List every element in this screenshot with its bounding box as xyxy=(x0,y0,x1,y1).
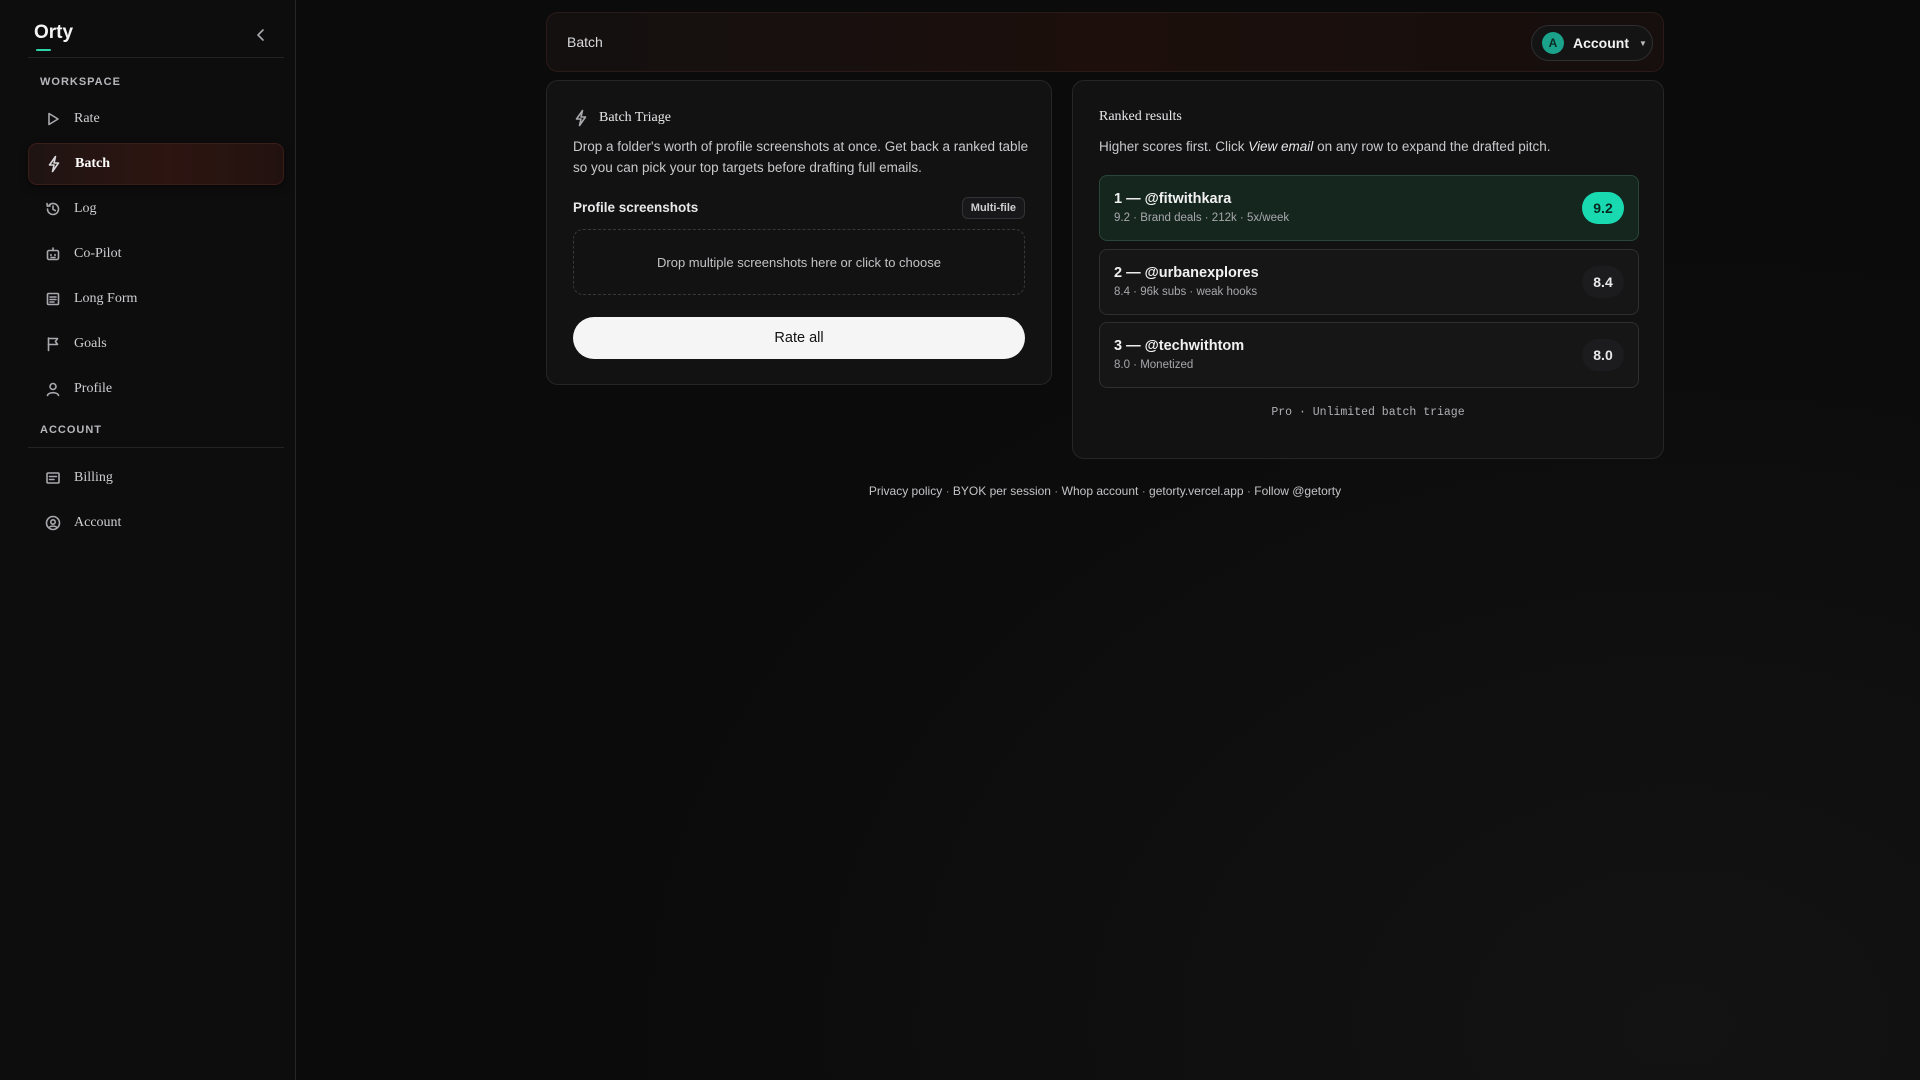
sidebar-item-profile[interactable]: Profile xyxy=(28,368,284,410)
card-title: Batch Triage xyxy=(599,110,671,125)
footer-link-whop[interactable]: Whop account xyxy=(1062,484,1139,498)
collapse-sidebar-button[interactable] xyxy=(250,24,272,46)
sidebar-item-label: Rate xyxy=(74,111,100,126)
score-badge: 9.2 xyxy=(1582,192,1624,224)
footer-link-privacy[interactable]: Privacy policy xyxy=(869,484,942,498)
flag-icon xyxy=(44,335,62,353)
footer-separator: · xyxy=(1054,484,1059,498)
billing-icon xyxy=(44,469,62,487)
score-badge: 8.0 xyxy=(1582,339,1624,371)
screenshot-dropzone[interactable]: Drop multiple screenshots here or click … xyxy=(573,229,1025,295)
card-header: Batch Triage xyxy=(573,109,671,127)
card-title: Ranked results xyxy=(1099,109,1182,124)
result-meta: 8.4 · 96k subs · weak hooks xyxy=(1114,286,1258,298)
account-menu-label: Account xyxy=(1573,35,1629,51)
view-email-emphasis: View email xyxy=(1248,139,1314,154)
sidebar-item-co-pilot[interactable]: Co-Pilot xyxy=(28,233,284,275)
footer-separator: · xyxy=(945,484,950,498)
chevron-left-icon xyxy=(257,29,264,41)
sidebar-item-billing[interactable]: Billing xyxy=(28,457,284,499)
sidebar-item-goals[interactable]: Goals xyxy=(28,323,284,365)
sidebar-item-label: Goals xyxy=(74,336,107,351)
result-handle: 3 — @techwithtom xyxy=(1114,338,1245,354)
app-root: Orty WORKSPACE Rate Batch Log Co-Pilot L… xyxy=(0,0,1920,1080)
sidebar: Orty WORKSPACE Rate Batch Log Co-Pilot L… xyxy=(0,0,296,1080)
footer-link-follow[interactable]: Follow @getorty xyxy=(1254,484,1341,498)
document-icon xyxy=(44,290,62,308)
sidebar-item-rate[interactable]: Rate xyxy=(28,98,284,140)
sidebar-item-label: Co-Pilot xyxy=(74,246,122,261)
play-icon xyxy=(44,110,62,128)
result-meta: 8.0 · Monetized xyxy=(1114,359,1194,371)
rate-all-button[interactable]: Rate all xyxy=(573,317,1025,359)
card-description: Drop a folder's worth of profile screens… xyxy=(573,139,1029,175)
plan-note: Pro · Unlimited batch triage xyxy=(1271,406,1465,419)
result-handle: 2 — @urbanexplores xyxy=(1114,265,1259,281)
field-label: Profile screenshots xyxy=(573,200,699,215)
footer: Privacy policy · BYOK per session · Whop… xyxy=(546,484,1664,498)
card-description: Higher scores first. Click View email on… xyxy=(1099,136,1659,157)
sidebar-item-label: Billing xyxy=(74,470,113,485)
description-text: on any row to expand the drafted pitch. xyxy=(1313,139,1551,154)
dropzone-text: Drop multiple screenshots here or click … xyxy=(657,254,941,270)
multi-file-badge: Multi-file xyxy=(961,197,1025,219)
avatar: A xyxy=(1542,32,1564,54)
sidebar-item-log[interactable]: Log xyxy=(28,188,284,230)
brand-underline xyxy=(36,49,51,51)
sidebar-item-label: Log xyxy=(74,201,97,216)
footer-separator: · xyxy=(1246,484,1251,498)
ranked-results-card: Ranked results Higher scores first. Clic… xyxy=(1072,80,1664,459)
sidebar-item-account[interactable]: Account xyxy=(28,502,284,544)
result-meta: 9.2 · Brand deals · 212k · 5x/week xyxy=(1114,212,1290,224)
lightning-icon xyxy=(45,155,63,173)
description-text: Higher scores first. Click xyxy=(1099,139,1249,154)
card-header: Ranked results xyxy=(1099,109,1182,125)
sidebar-item-batch[interactable]: Batch xyxy=(28,143,284,185)
user-icon xyxy=(44,380,62,398)
result-handle: 1 — @fitwithkara xyxy=(1114,191,1232,207)
lightning-icon xyxy=(575,109,587,127)
workspace-section-label: WORKSPACE xyxy=(40,76,121,88)
sidebar-item-label: Profile xyxy=(74,381,113,396)
robot-icon xyxy=(44,245,62,263)
account-menu-button[interactable]: A Account ▼ xyxy=(1531,25,1653,61)
footer-separator: · xyxy=(1141,484,1146,498)
brand-row: Orty xyxy=(28,20,284,58)
main-content: Batch A Account ▼ Batch Triage Drop a fo… xyxy=(297,0,1920,1080)
sidebar-item-label: Long Form xyxy=(74,291,138,306)
sidebar-item-long-form[interactable]: Long Form xyxy=(28,278,284,320)
history-icon xyxy=(44,200,62,218)
account-section-label: ACCOUNT xyxy=(40,424,102,436)
top-bar: Batch A Account ▼ xyxy=(546,12,1664,72)
score-badge: 8.4 xyxy=(1582,266,1624,298)
account-circle-icon xyxy=(44,514,62,532)
footer-link-byok[interactable]: BYOK per session xyxy=(953,484,1051,498)
batch-triage-card: Batch Triage Drop a folder's worth of pr… xyxy=(546,80,1052,385)
result-row[interactable]: 3 — @techwithtom 8.0 · Monetized 8.0 xyxy=(1099,322,1639,388)
section-divider xyxy=(28,447,284,448)
footer-link-site[interactable]: getorty.vercel.app xyxy=(1149,484,1244,498)
chevron-down-icon: ▼ xyxy=(1639,38,1647,48)
sidebar-item-label: Batch xyxy=(75,156,110,171)
brand-logo[interactable]: Orty xyxy=(34,22,73,44)
result-row[interactable]: 2 — @urbanexplores 8.4 · 96k subs · weak… xyxy=(1099,249,1639,315)
page-title: Batch xyxy=(567,34,603,50)
sidebar-item-label: Account xyxy=(74,515,122,530)
result-row[interactable]: 1 — @fitwithkara 9.2 · Brand deals · 212… xyxy=(1099,175,1639,241)
